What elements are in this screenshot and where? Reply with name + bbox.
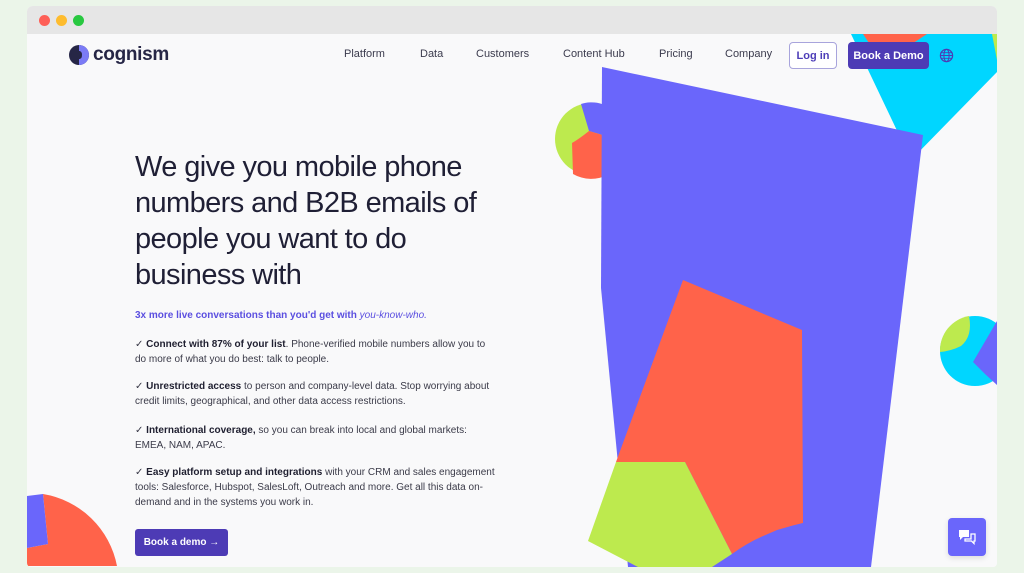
- check-icon: ✓: [135, 467, 147, 478]
- bullet-heading: International coverage,: [146, 425, 256, 436]
- large-square-shape: [588, 67, 923, 567]
- tagline-emphasis: you-know-who.: [359, 310, 427, 321]
- check-icon: ✓: [135, 339, 147, 350]
- cognism-logo-icon: [69, 45, 89, 65]
- right-pie-circle: [939, 316, 997, 386]
- feature-bullet-unrestricted-access: ✓ Unrestricted access to person and comp…: [135, 379, 495, 409]
- tagline-text: 3x more live conversations than you'd ge…: [135, 310, 360, 321]
- close-window-button[interactable]: [39, 15, 50, 26]
- hero-title: We give you mobile phone numbers and B2B…: [135, 151, 477, 291]
- globe-icon[interactable]: [939, 48, 954, 63]
- book-demo-nav-button[interactable]: Book a Demo: [848, 42, 929, 69]
- nav-platform[interactable]: Platform: [344, 48, 385, 60]
- login-button[interactable]: Log in: [789, 42, 837, 69]
- feature-bullet-integrations: ✓ Easy platform setup and integrations w…: [135, 465, 495, 510]
- nav-pricing[interactable]: Pricing: [659, 48, 693, 60]
- minimize-window-button[interactable]: [56, 15, 67, 26]
- cognism-logo[interactable]: cognism: [69, 44, 169, 66]
- nav-company[interactable]: Company: [725, 48, 772, 60]
- chat-bubbles-icon: [959, 530, 976, 545]
- nav-data[interactable]: Data: [420, 48, 443, 60]
- check-icon: ✓: [135, 381, 147, 392]
- maximize-window-button[interactable]: [73, 15, 84, 26]
- browser-window: cognism Platform Data Customers Content …: [27, 6, 997, 567]
- feature-bullet-list-coverage: ✓ Connect with 87% of your list. Phone-v…: [135, 337, 495, 367]
- logo-text: cognism: [93, 44, 170, 65]
- hero-tagline: 3x more live conversations than you'd ge…: [135, 310, 427, 321]
- top-navigation: cognism Platform Data Customers Content …: [27, 34, 997, 78]
- check-icon: ✓: [135, 425, 147, 436]
- book-demo-cta-button[interactable]: Book a demo →: [135, 529, 228, 556]
- bottom-left-pie: [27, 494, 117, 566]
- nav-content-hub[interactable]: Content Hub: [563, 48, 625, 60]
- bullet-heading: Connect with 87% of your list: [146, 339, 286, 350]
- bullet-heading: Unrestricted access: [146, 381, 242, 392]
- landing-page: cognism Platform Data Customers Content …: [27, 34, 997, 567]
- chat-widget-button[interactable]: [948, 518, 986, 556]
- nav-customers[interactable]: Customers: [476, 48, 529, 60]
- browser-titlebar: [27, 6, 997, 34]
- bullet-heading: Easy platform setup and integrations: [146, 467, 323, 478]
- feature-bullet-international: ✓ International coverage, so you can bre…: [135, 423, 495, 453]
